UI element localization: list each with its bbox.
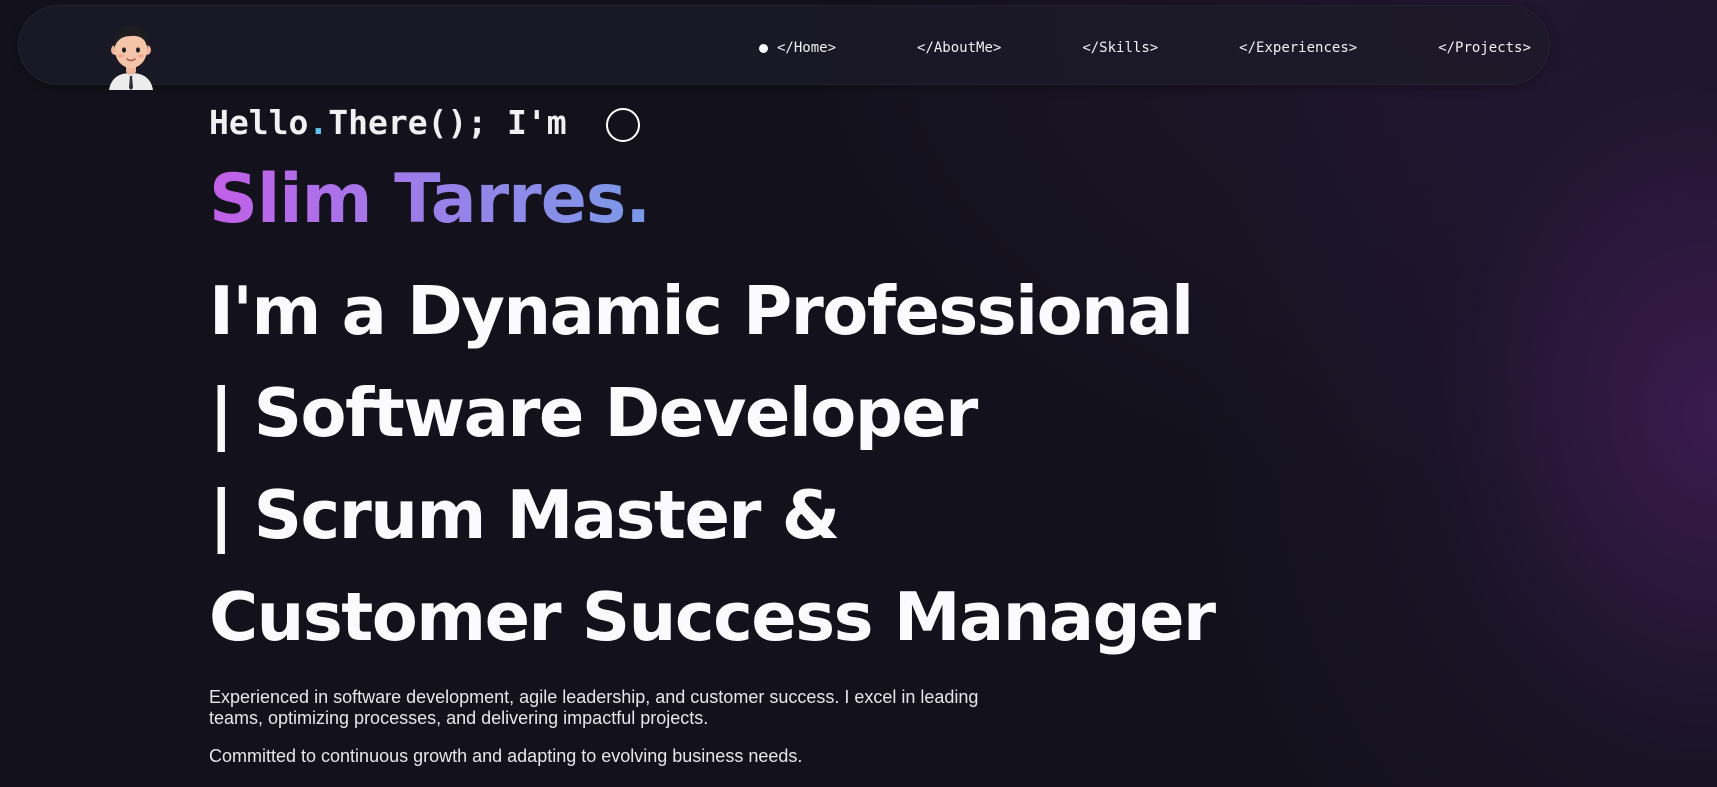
headline-line: | Scrum Master & [209,476,840,554]
nav-item-skills[interactable]: </Skills> [1082,40,1158,56]
nav-item-projects[interactable]: </Projects> [1438,40,1531,56]
headline-line: Customer Success Manager [209,578,1216,656]
nav-links: </Home> </AboutMe> </Skills> </Experienc… [759,40,1531,56]
hero-description: Experienced in software development, agi… [209,687,979,728]
nav-item-label: </Home> [777,40,837,56]
headline-line: | Software Developer [209,374,978,452]
greeting: Hello. There(); I'm [209,100,567,144]
nav-item-label: </Projects> [1438,40,1531,56]
active-dot-icon [759,43,768,53]
hero-headline: I'm a Dynamic Professional | Software De… [209,260,1216,668]
nav-item-label: </AboutMe> [917,40,1002,56]
hero-description-secondary: Committed to continuous growth and adapt… [209,746,803,766]
hero-section: Hello. There(); I'm Slim Tarres. I'm a Dy… [209,100,1216,767]
nav-item-label: </Experiences> [1239,40,1358,56]
nav-item-aboutme[interactable]: </AboutMe> [917,40,1001,56]
avatar-illustration [109,25,153,90]
navbar: </Home> </AboutMe> </Skills> </Experienc… [18,5,1550,90]
nav-item-label: </Skills> [1082,40,1159,56]
cursor-circle-icon [606,108,640,142]
headline-line: I'm a Dynamic Professional [209,272,1194,350]
avatar[interactable] [105,22,157,90]
nav-item-home[interactable]: </Home> [759,40,836,56]
greeting-rest: There(); I'm [328,102,567,142]
greeting-hello: Hello [209,102,309,142]
hero-name: Slim Tarres. [209,160,651,239]
nav-item-experiences[interactable]: </Experiences> [1239,40,1357,56]
greeting-dot: . [308,102,329,142]
